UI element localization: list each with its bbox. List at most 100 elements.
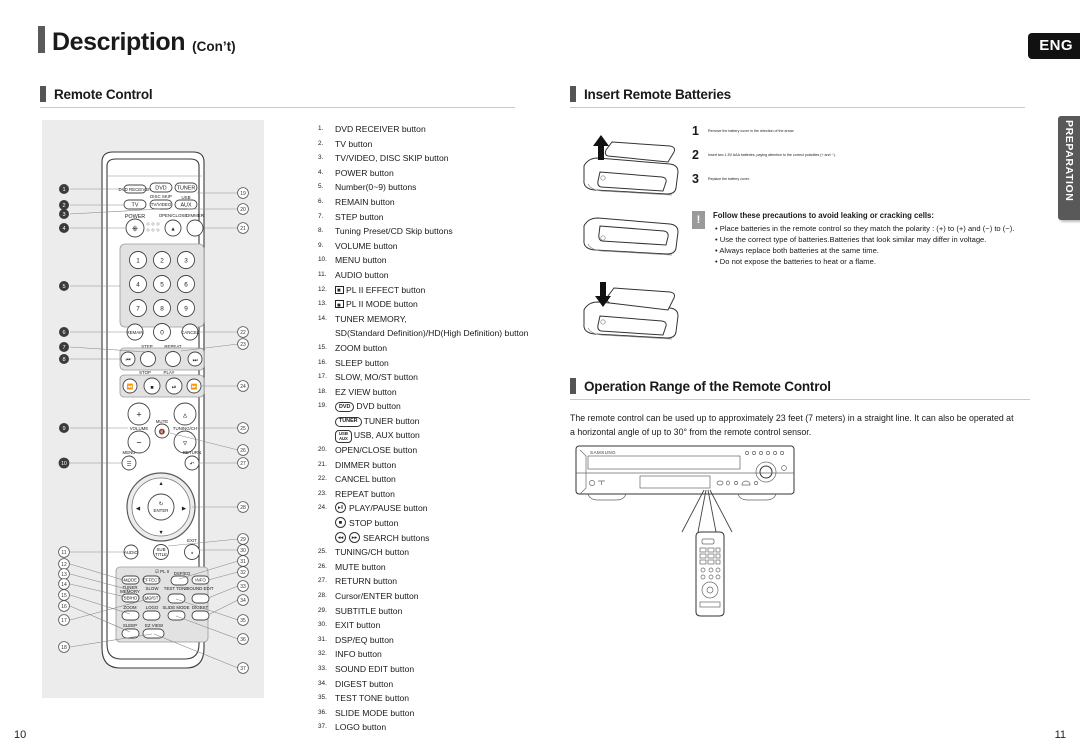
battery-figure-tray [583, 217, 679, 256]
legend-item: 18. EZ VIEW button [318, 385, 533, 400]
legend-item: SD(Standard Definition)/HD(High Definiti… [318, 326, 533, 341]
svg-text:21: 21 [240, 226, 246, 232]
legend-item-label: PL II EFFECT button [335, 283, 533, 299]
legend-item-label: DIMMER button [335, 458, 533, 473]
battery-step: 2 Insert two 1.5V AAA batteries, paying a… [692, 148, 1022, 163]
legend-item-label: TUNER TUNER button [335, 414, 533, 429]
svg-text:31: 31 [240, 559, 246, 565]
svg-text:19: 19 [240, 191, 246, 197]
svg-text:3: 3 [184, 258, 188, 265]
svg-text:SAMSUNG: SAMSUNG [590, 450, 616, 455]
legend-item-text: USB, AUX button [353, 430, 420, 441]
svg-text:MODE: MODE [124, 578, 137, 583]
svg-text:SLOW: SLOW [146, 586, 160, 591]
svg-text:⏭: ⏭ [193, 357, 198, 363]
svg-text:⏪: ⏪ [127, 383, 134, 390]
svg-text:EFFECT: EFFECT [143, 578, 160, 583]
svg-text:20: 20 [240, 207, 246, 213]
legend-item-label: SD(Standard Definition)/HD(High Definiti… [335, 326, 533, 341]
svg-text:SD/HD: SD/HD [124, 596, 138, 601]
svg-text:26: 26 [240, 448, 246, 454]
legend-item: 14. TUNER MEMORY, [318, 312, 533, 327]
legend-item: 24. ▸‖ PLAY/PAUSE button [318, 501, 533, 516]
legend-item-text: SUBTITLE button [335, 605, 403, 616]
legend-item-label: CANCEL button [335, 472, 533, 487]
svg-text:8: 8 [62, 357, 65, 363]
battery-step-number: 1 [692, 124, 699, 138]
legend-item: 37. LOGO button [318, 720, 533, 735]
page-number-right: 11 [1054, 729, 1066, 741]
svg-text:14: 14 [61, 582, 67, 588]
svg-text:37: 37 [240, 666, 246, 672]
legend-item: 21. DIMMER button [318, 458, 533, 473]
legend-item-label: TV button [335, 137, 533, 152]
svg-text:☰: ☰ [127, 461, 132, 467]
svg-text:SLEEP: SLEEP [123, 623, 137, 628]
language-badge: ENG [1028, 33, 1080, 59]
svg-text:▿: ▿ [183, 439, 187, 448]
legend-item: 26. MUTE button [318, 560, 533, 575]
legend-item-text: TEST TONE button [335, 693, 410, 704]
legend-item-label: INFO button [335, 647, 533, 662]
legend-item-label: REMAIN button [335, 195, 533, 210]
caution-content: Follow these precautions to avoid leakin… [713, 210, 1014, 268]
legend-item-number: 22. [318, 475, 327, 483]
legend-item-number: 15. [318, 343, 327, 351]
legend-item-number: 29. [318, 606, 327, 614]
svg-text:TV: TV [132, 203, 139, 209]
caution-bullet: • Place batteries in the remote control … [715, 223, 1015, 233]
legend-item-text: DIGEST button [335, 678, 394, 689]
svg-text:ZOOM: ZOOM [123, 605, 137, 610]
page-title: Description (Con’t) [38, 26, 236, 55]
legend-item-text: EXIT button [335, 620, 381, 631]
svg-text:9: 9 [184, 306, 188, 313]
legend-item-number: 33. [318, 664, 327, 672]
legend-item-number: 6. [318, 197, 324, 205]
caution-box: ! Follow these precautions to avoid leak… [692, 210, 1026, 268]
svg-text:4: 4 [62, 226, 65, 232]
svg-text:▶: ▶ [182, 506, 186, 512]
legend-item-number: 9. [318, 241, 324, 249]
legend-item-number: 4. [318, 168, 324, 176]
legend-item-text: REMAIN button [335, 196, 395, 207]
legend-item-number: 2. [318, 139, 324, 147]
legend-item-number: 10. [318, 256, 327, 264]
legend-item-number: 35. [318, 694, 327, 702]
legend-item-text: TUNER button [363, 415, 420, 426]
legend-item-label: VOLUME button [335, 239, 533, 254]
legend-item-label: ▸‖ PLAY/PAUSE button [335, 501, 533, 516]
heading-rule [40, 107, 515, 108]
operation-range-title: Operation Range of the Remote Control [584, 378, 831, 394]
callout-left-group: 1 2 3 4 5 6 7 8 9 10 11 12 13 14 15 16 1… [58, 184, 70, 653]
caution-bullet: • Do not expose the batteries to heat or… [715, 257, 876, 267]
svg-text:↶: ↶ [190, 461, 195, 467]
svg-text:▼: ▼ [158, 530, 163, 536]
svg-text:SLIDE MODE: SLIDE MODE [162, 605, 189, 610]
legend-item-label: RETURN button [335, 574, 533, 589]
remote-control-title: Remote Control [54, 86, 153, 102]
heading-rule [570, 399, 1030, 400]
svg-text:TUNING/CH: TUNING/CH [173, 426, 197, 431]
legend-item-number: 5. [318, 183, 324, 191]
legend-item-text: RETURN button [335, 576, 398, 587]
svg-text:⏮: ⏮ [126, 357, 131, 363]
svg-text:◖: ◖ [190, 551, 193, 557]
legend-item-label: DVD DVD button [335, 399, 533, 414]
legend-item-label: Cursor/ENTER button [335, 589, 533, 604]
search-icon: ▸▸ [349, 531, 360, 543]
legend-item-text: SOUND EDIT button [335, 663, 415, 674]
battery-step-list: 1 Remove the battery cover in the directi… [692, 124, 1022, 196]
legend-item-label: REPEAT button [335, 487, 533, 502]
svg-text:34: 34 [240, 598, 246, 604]
legend-item-label: SLOW, MO/ST button [335, 370, 533, 385]
legend-item-text: TUNER MEMORY, [335, 313, 407, 324]
legend-item-text: Tuning Preset/CD Skip buttons [335, 226, 453, 237]
svg-text:17: 17 [61, 618, 67, 624]
legend-item: 3. TV/VIDEO, DISC SKIP button [318, 151, 533, 166]
svg-text:TV/VIDEO: TV/VIDEO [151, 202, 172, 207]
svg-text:RETURN: RETURN [183, 450, 201, 455]
stop-icon: ■ [335, 517, 346, 529]
player-range-svg: .u{fill:#fff;stroke:#333;stroke-width:1}… [575, 445, 795, 617]
caution-bullet: • Use the correct type of batteries.Batt… [715, 234, 987, 244]
dolby-pl2-icon [335, 284, 344, 299]
